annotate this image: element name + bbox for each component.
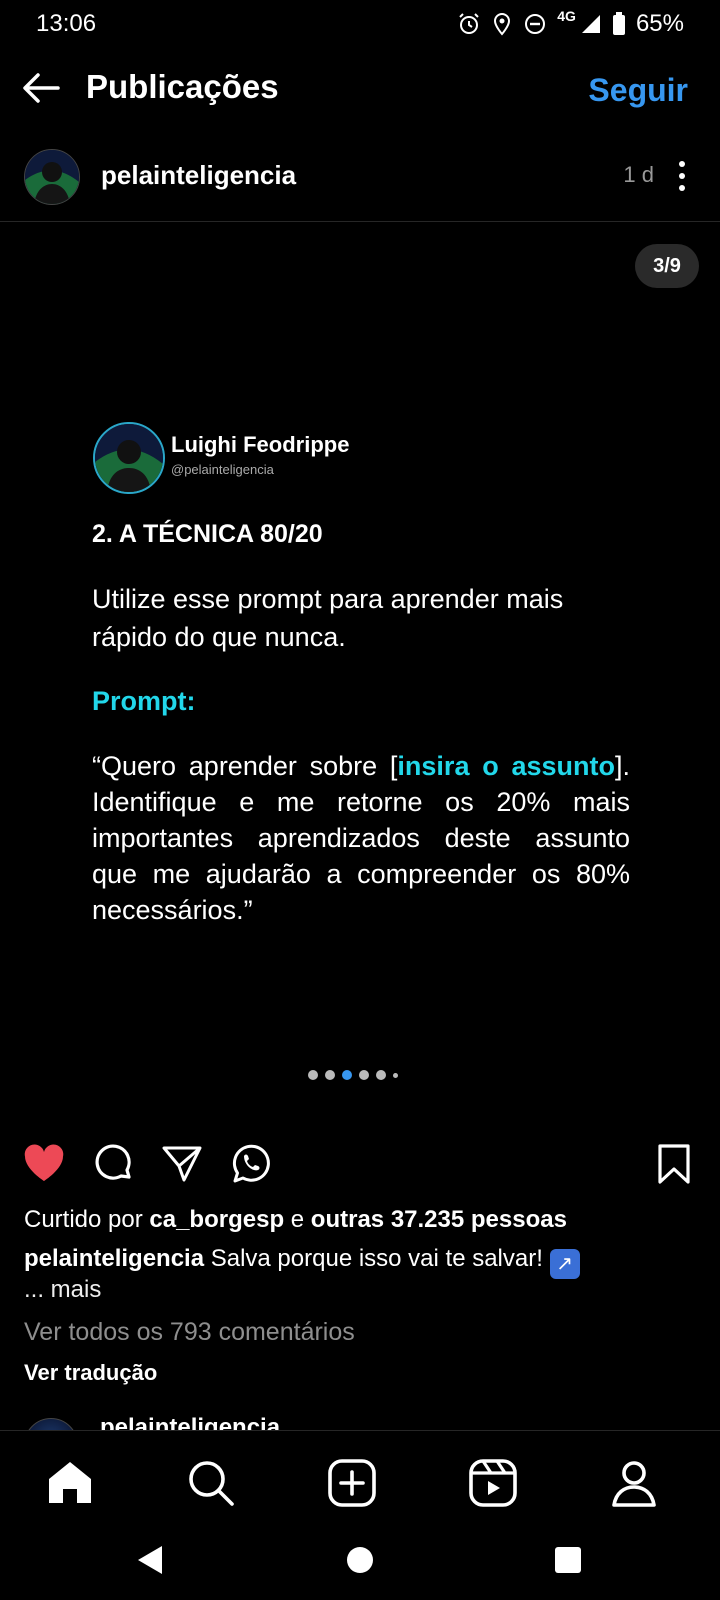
whatsapp-icon xyxy=(232,1144,270,1183)
profile-icon xyxy=(612,1461,656,1507)
save-button[interactable] xyxy=(652,1142,696,1186)
slide-quote: “Quero aprender sobre [insira o assunto]… xyxy=(92,748,630,928)
post-username[interactable]: pelainteligencia xyxy=(101,160,296,191)
slide-author-handle: @pelainteligencia xyxy=(171,462,274,477)
signal-icon xyxy=(581,15,600,33)
avatar-image xyxy=(25,150,79,204)
slide-heading: 2. A TÉCNICA 80/20 xyxy=(92,520,323,548)
battery-icon xyxy=(612,12,625,35)
post-age: 1 d xyxy=(623,162,654,187)
likes-summary[interactable]: Curtido por ca_borgesp e outras 37.235 p… xyxy=(24,1206,567,1234)
system-home-button[interactable] xyxy=(346,1546,374,1579)
avatar[interactable] xyxy=(24,149,80,205)
quote-highlight: insira o assunto xyxy=(397,751,615,781)
create-icon xyxy=(328,1459,376,1507)
bookmark-icon xyxy=(658,1144,690,1184)
caption-text: Salva porque isso vai te salvar! xyxy=(204,1245,550,1272)
system-recents-button[interactable] xyxy=(554,1546,582,1579)
send-icon xyxy=(162,1146,202,1182)
nav-profile-button[interactable] xyxy=(608,1457,660,1509)
triangle-back-icon xyxy=(138,1546,162,1574)
comment-icon xyxy=(95,1144,131,1180)
carousel-dot xyxy=(342,1070,352,1080)
carousel-dot xyxy=(325,1070,335,1080)
likes-prefix: Curtido por xyxy=(24,1206,150,1233)
arrow-left-icon xyxy=(23,73,60,103)
follow-button[interactable]: Seguir xyxy=(588,72,688,109)
likes-middle: e xyxy=(284,1206,311,1233)
share-button[interactable] xyxy=(160,1142,204,1186)
battery-percent: 65% xyxy=(635,10,684,37)
carousel-dot xyxy=(393,1072,398,1078)
see-translation-link[interactable]: Ver tradução xyxy=(24,1360,157,1386)
view-all-comments-link[interactable]: Ver todos os 793 comentários xyxy=(24,1318,355,1347)
likes-user[interactable]: ca_borgesp xyxy=(149,1206,284,1233)
carousel-dot xyxy=(359,1070,369,1080)
location-icon xyxy=(494,12,511,36)
carousel-dots xyxy=(308,1070,398,1080)
square-recents-icon xyxy=(555,1547,581,1573)
nav-reels-button[interactable] xyxy=(467,1457,519,1509)
home-icon xyxy=(49,1462,91,1503)
slide-author-name: Luighi Feodrippe xyxy=(171,432,350,457)
network-type: 4G xyxy=(557,8,576,24)
circle-home-icon xyxy=(347,1547,373,1573)
page-title: Publicações xyxy=(86,68,279,105)
status-time: 13:06 xyxy=(36,10,97,37)
carousel-dot xyxy=(376,1070,386,1080)
nav-create-button[interactable] xyxy=(326,1457,378,1509)
avatar-image xyxy=(95,424,163,492)
carousel-dot xyxy=(308,1070,318,1080)
more-options-button[interactable] xyxy=(672,158,692,194)
caption-username[interactable]: pelainteligencia xyxy=(24,1245,204,1272)
search-icon xyxy=(189,1461,234,1506)
system-back-button[interactable] xyxy=(136,1544,164,1581)
vertical-dots-icon xyxy=(679,161,685,191)
nav-search-button[interactable] xyxy=(185,1457,237,1509)
comment-button[interactable] xyxy=(92,1142,136,1186)
slide-author-avatar xyxy=(93,422,165,494)
caption-more-link[interactable]: ... mais xyxy=(24,1276,101,1304)
likes-others[interactable]: outras 37.235 pessoas xyxy=(311,1206,567,1233)
caption: pelainteligencia Salva porque isso vai t… xyxy=(24,1241,704,1279)
slide-prompt-label: Prompt: xyxy=(92,686,196,716)
carousel-counter: 3/9 xyxy=(635,244,699,288)
back-button[interactable] xyxy=(20,66,64,110)
reels-icon xyxy=(469,1459,517,1507)
like-button[interactable] xyxy=(22,1142,66,1186)
arrow-up-right-emoji-icon: ↗ xyxy=(549,1249,580,1279)
alarm-icon xyxy=(459,13,479,34)
dnd-icon xyxy=(525,14,546,34)
nav-home-button[interactable] xyxy=(44,1457,96,1509)
slide-intro: Utilize esse prompt para aprender mais r… xyxy=(92,584,564,652)
heart-icon xyxy=(24,1144,64,1181)
whatsapp-share-button[interactable] xyxy=(229,1142,273,1186)
quote-start: “Quero aprender sobre [ xyxy=(92,751,398,781)
status-icons: 4G 65% xyxy=(457,8,684,38)
